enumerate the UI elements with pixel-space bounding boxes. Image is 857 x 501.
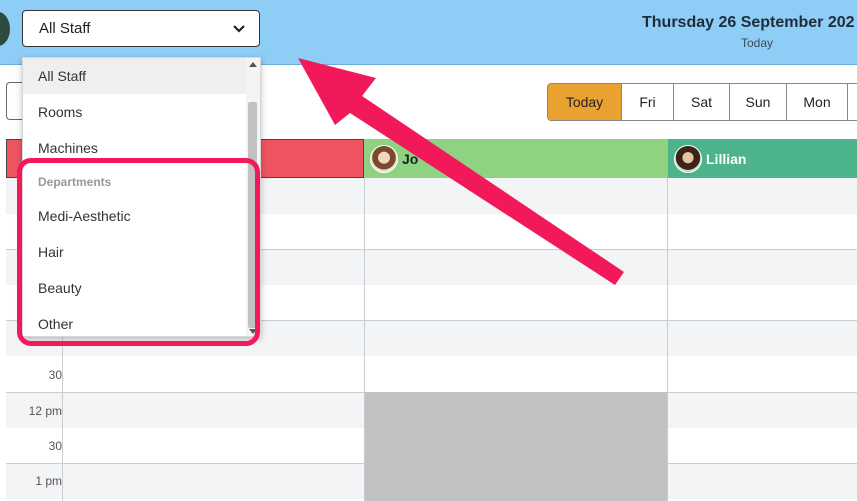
column-header-jo: Jo: [364, 139, 668, 178]
tab-sun[interactable]: Sun: [730, 84, 787, 120]
dropdown-item-rooms[interactable]: Rooms: [23, 94, 247, 130]
staff-name: Jo: [402, 150, 419, 167]
day-tabs: Today Fri Sat Sun Mon: [547, 83, 857, 121]
date-subtitle: Today: [741, 36, 774, 50]
dropdown-item-all-staff[interactable]: All Staff: [23, 58, 247, 94]
scroll-down-icon[interactable]: [249, 329, 257, 334]
date-title: Thursday 26 September 202: [642, 14, 855, 31]
staff-avatar: [370, 144, 398, 173]
dropdown-item-other[interactable]: Other: [23, 306, 247, 336]
tab-next-partial[interactable]: [848, 84, 857, 120]
staff-avatar: [674, 144, 702, 173]
column-divider: [667, 178, 668, 501]
column-divider: [364, 178, 365, 501]
staff-filter-value: All Staff: [39, 20, 91, 37]
time-label: 12 pm: [28, 404, 62, 418]
blocked-time-slot[interactable]: [365, 392, 667, 501]
dropdown-item-hair[interactable]: Hair: [23, 234, 247, 270]
tab-fri[interactable]: Fri: [622, 84, 674, 120]
staff-filter-dropdown[interactable]: All Staff Rooms Machines Departments Med…: [22, 57, 261, 337]
tab-today[interactable]: Today: [548, 84, 622, 120]
staff-filter-select[interactable]: All Staff: [22, 10, 260, 47]
top-bar: All Staff Thursday 26 September 202 Toda…: [0, 0, 857, 65]
scroll-thumb[interactable]: [248, 102, 257, 328]
chevron-down-icon: [233, 24, 245, 33]
user-avatar[interactable]: [0, 12, 10, 46]
staff-name: Lillian: [706, 150, 747, 167]
scroll-up-icon[interactable]: [249, 62, 257, 67]
time-label: 1 pm: [35, 474, 62, 488]
time-label: 30: [48, 439, 62, 453]
dropdown-group-departments: Departments: [38, 175, 112, 189]
tab-mon[interactable]: Mon: [787, 84, 848, 120]
dropdown-scrollbar[interactable]: [246, 58, 260, 336]
dropdown-item-machines[interactable]: Machines: [23, 130, 247, 166]
dropdown-item-medi-aesthetic[interactable]: Medi-Aesthetic: [23, 198, 247, 234]
time-label: 30: [48, 368, 62, 382]
time-row[interactable]: [6, 356, 857, 392]
column-header-lillian: Lillian: [668, 139, 857, 178]
tab-sat[interactable]: Sat: [674, 84, 730, 120]
dropdown-item-beauty[interactable]: Beauty: [23, 270, 247, 306]
